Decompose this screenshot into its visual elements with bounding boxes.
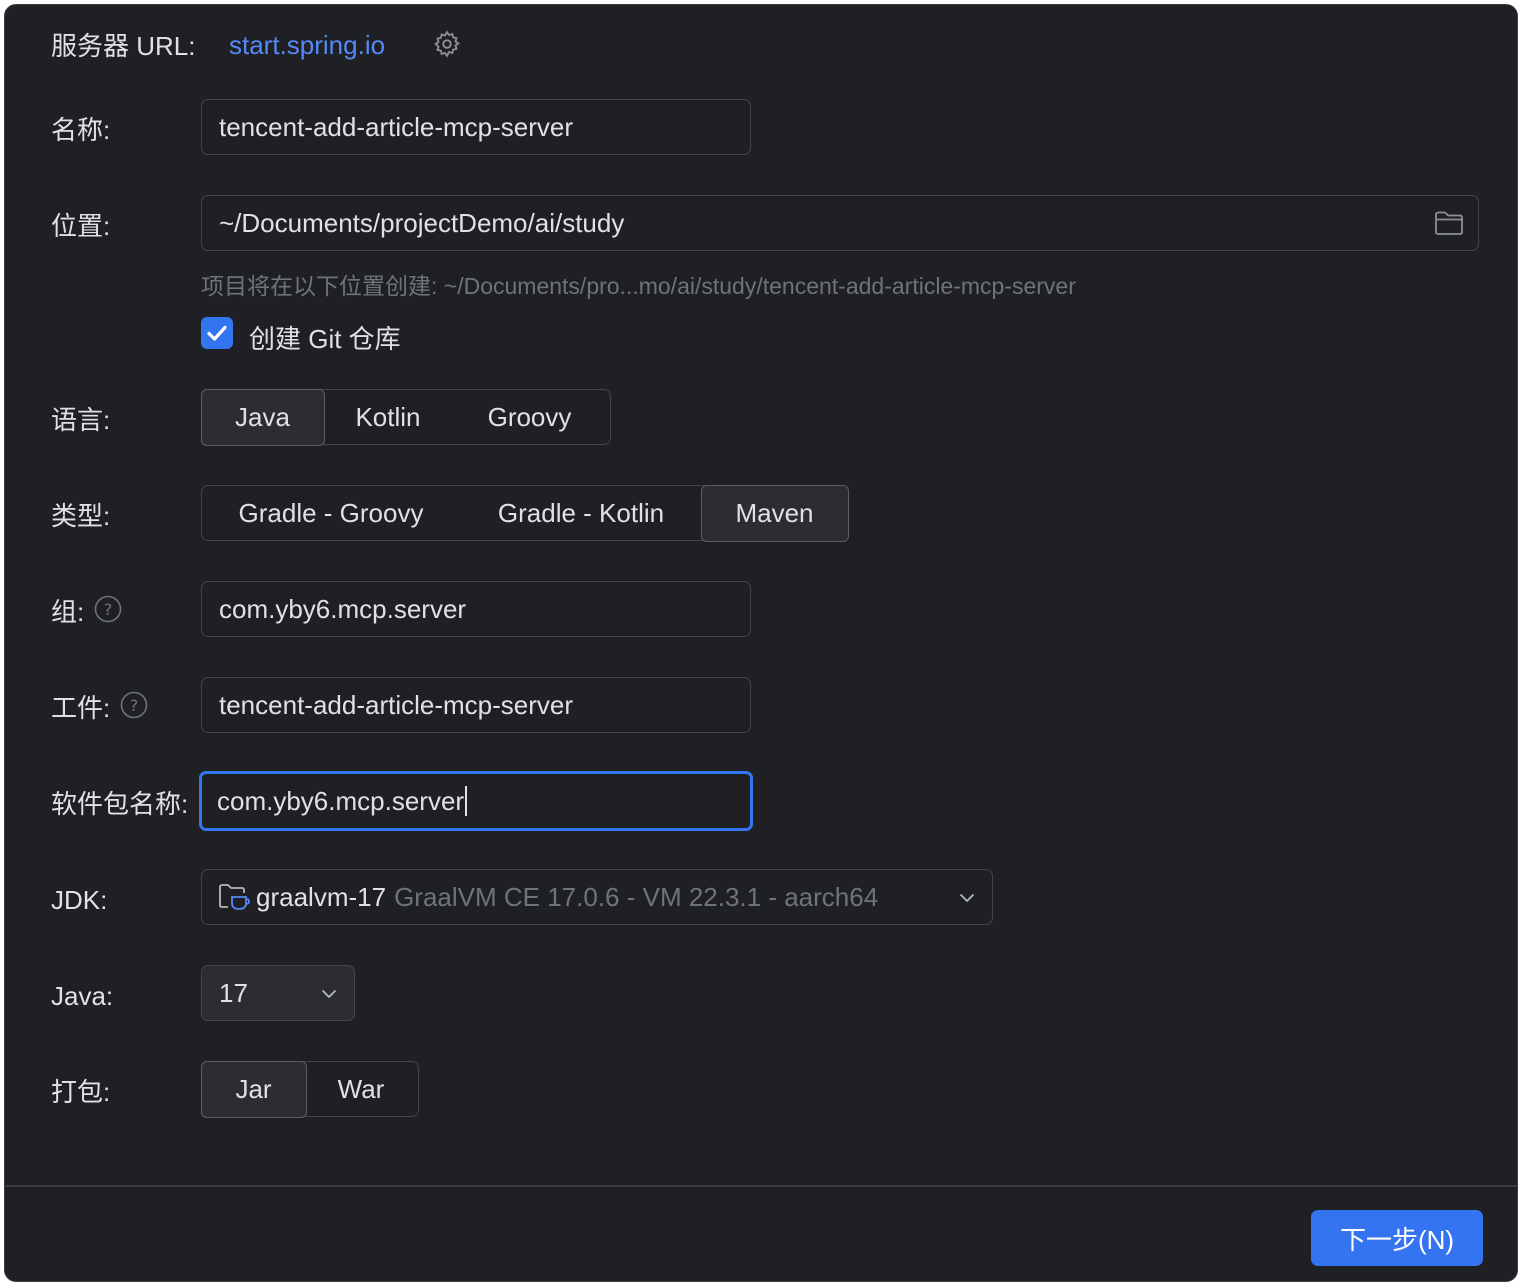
- name-label: 名称:: [51, 115, 111, 145]
- server-url-link[interactable]: start.spring.io: [229, 30, 385, 61]
- packaging-option-war[interactable]: War: [305, 1062, 417, 1116]
- type-option-gradle-kotlin[interactable]: Gradle - Kotlin: [460, 486, 702, 540]
- language-segmented-control: Java Kotlin Groovy: [200, 388, 611, 446]
- packaging-segmented-control: Jar War: [200, 1060, 419, 1118]
- location-hint: 项目将在以下位置创建: ~/Documents/pro...mo/ai/stud…: [201, 273, 1076, 299]
- name-field[interactable]: tencent-add-article-mcp-server: [201, 99, 751, 155]
- name-value: tencent-add-article-mcp-server: [219, 111, 574, 142]
- java-version-label: Java:: [51, 981, 114, 1011]
- language-label: 语言:: [51, 405, 111, 435]
- packaging-option-jar[interactable]: Jar: [200, 1060, 307, 1118]
- create-git-checkbox[interactable]: [201, 317, 233, 349]
- create-git-label: 创建 Git 仓库: [249, 324, 401, 354]
- language-option-java[interactable]: Java: [200, 388, 325, 446]
- server-url-label: 服务器 URL:: [51, 31, 196, 61]
- type-option-maven[interactable]: Maven: [700, 484, 849, 542]
- svg-text:?: ?: [104, 600, 113, 619]
- text-caret: [465, 786, 468, 816]
- artifact-label: 工件:: [51, 693, 111, 723]
- package-name-value: com.yby6.mcp.server: [217, 785, 465, 816]
- checkmark-icon: [207, 325, 227, 341]
- type-segmented-control: Gradle - Groovy Gradle - Kotlin Maven: [201, 484, 849, 542]
- package-name-field[interactable]: com.yby6.mcp.server: [199, 771, 753, 831]
- language-option-groovy[interactable]: Groovy: [453, 390, 606, 444]
- help-icon[interactable]: ?: [94, 595, 122, 623]
- packaging-label: 打包:: [51, 1077, 111, 1107]
- location-value: ~/Documents/projectDemo/ai/study: [219, 207, 625, 238]
- package-name-label: 软件包名称:: [51, 789, 189, 819]
- jdk-folder-icon: [219, 884, 250, 910]
- artifact-field[interactable]: tencent-add-article-mcp-server: [201, 677, 751, 733]
- group-value: com.yby6.mcp.server: [219, 593, 467, 624]
- help-icon[interactable]: ?: [120, 691, 148, 719]
- type-label: 类型:: [51, 501, 111, 531]
- jdk-label: JDK:: [51, 885, 108, 915]
- type-option-gradle-groovy[interactable]: Gradle - Groovy: [202, 486, 460, 540]
- chevron-down-icon: [322, 990, 336, 998]
- language-option-kotlin[interactable]: Kotlin: [323, 390, 453, 444]
- java-version-value: 17: [219, 977, 248, 1008]
- java-version-dropdown[interactable]: 17: [201, 965, 355, 1021]
- folder-icon[interactable]: [1434, 209, 1464, 237]
- jdk-detail: GraalVM CE 17.0.6 - VM 22.3.1 - aarch64: [394, 881, 879, 912]
- location-label: 位置:: [51, 211, 111, 241]
- new-project-dialog: 服务器 URL: start.spring.io 名称: tencent-add…: [4, 4, 1518, 1282]
- jdk-dropdown[interactable]: graalvm-17 GraalVM CE 17.0.6 - VM 22.3.1…: [201, 869, 993, 925]
- group-field[interactable]: com.yby6.mcp.server: [201, 581, 751, 637]
- next-button[interactable]: 下一步(N): [1311, 1210, 1483, 1266]
- footer-divider: [5, 1185, 1517, 1187]
- svg-text:?: ?: [130, 696, 139, 715]
- artifact-value: tencent-add-article-mcp-server: [219, 689, 574, 720]
- chevron-down-icon: [960, 894, 974, 902]
- jdk-name: graalvm-17: [256, 881, 387, 912]
- group-label: 组:: [51, 597, 85, 627]
- location-field[interactable]: ~/Documents/projectDemo/ai/study: [201, 195, 1479, 251]
- gear-icon[interactable]: [432, 29, 462, 59]
